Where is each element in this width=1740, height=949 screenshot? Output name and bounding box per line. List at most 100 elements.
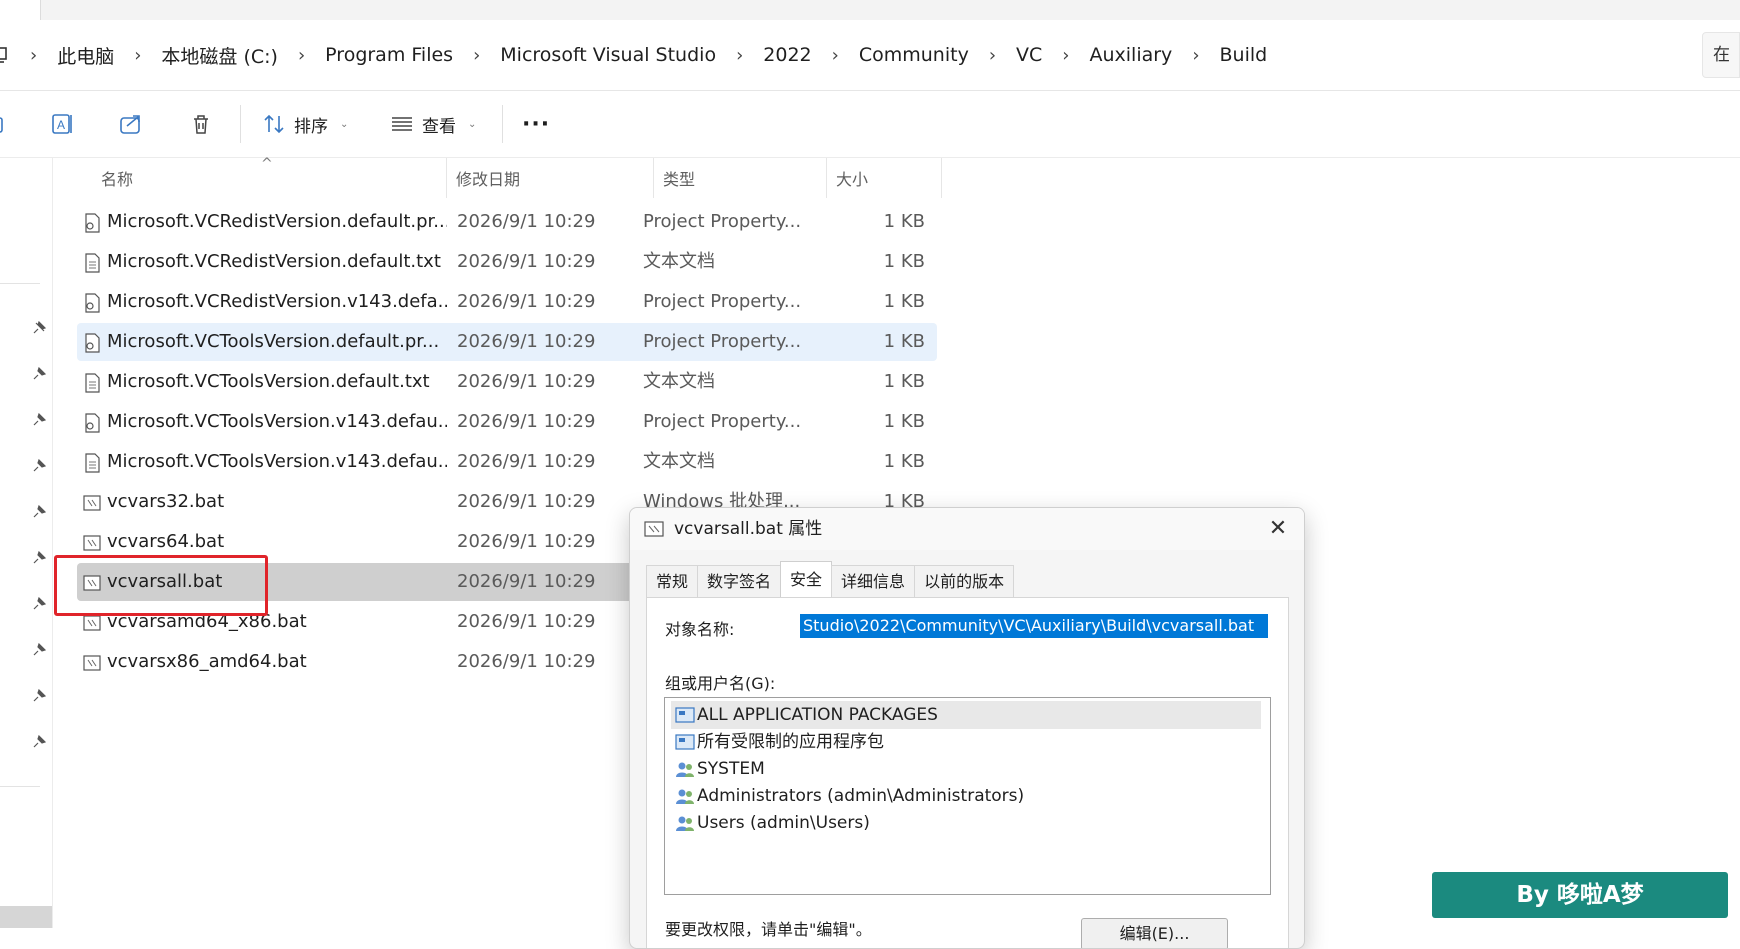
column-header-name[interactable]: 名称 bbox=[101, 158, 133, 198]
list-item[interactable]: 所有受限制的应用程序包 bbox=[671, 728, 1261, 756]
file-row[interactable]: Microsoft.VCToolsVersion.v143.defau... 2… bbox=[77, 443, 937, 481]
list-item[interactable]: SYSTEM bbox=[671, 755, 1261, 783]
delete-button[interactable] bbox=[188, 91, 214, 157]
file-date: 2026/9/1 10:29 bbox=[457, 371, 596, 392]
group-user-list[interactable]: ALL APPLICATION PACKAGES 所有受限制的应用程序包 SYS… bbox=[664, 697, 1271, 895]
tab-security[interactable]: 安全 bbox=[780, 561, 833, 598]
file-name: Microsoft.VCToolsVersion.v143.defau... bbox=[107, 451, 447, 472]
rename-button[interactable]: A bbox=[50, 91, 76, 157]
column-header-type[interactable]: 类型 bbox=[663, 158, 695, 198]
nav-scroll-area[interactable] bbox=[0, 906, 52, 928]
dialog-tabs: 常规 数字签名 安全 详细信息 以前的版本 bbox=[646, 561, 1015, 598]
chevron-right-icon[interactable]: › bbox=[128, 45, 147, 66]
file-type: Project Property... bbox=[643, 291, 802, 312]
property-file-icon bbox=[85, 213, 100, 233]
file-row[interactable]: Microsoft.VCRedistVersion.v143.defa... 2… bbox=[77, 283, 937, 321]
app-package-group-icon bbox=[675, 707, 695, 723]
file-row[interactable]: Microsoft.VCRedistVersion.default.pr... … bbox=[77, 203, 937, 241]
breadcrumb-program-files[interactable]: Program Files bbox=[311, 44, 467, 66]
chevron-right-icon[interactable]: › bbox=[983, 45, 1002, 66]
breadcrumb-community[interactable]: Community bbox=[845, 44, 983, 66]
share-button[interactable] bbox=[118, 91, 144, 157]
file-date: 2026/9/1 10:29 bbox=[457, 651, 596, 672]
search-input[interactable]: 在 bbox=[1702, 32, 1740, 78]
file-row[interactable]: Microsoft.VCToolsVersion.default.pr... 2… bbox=[77, 323, 937, 361]
breadcrumb-visual-studio[interactable]: Microsoft Visual Studio bbox=[486, 44, 730, 66]
tab-digital-signatures[interactable]: 数字签名 bbox=[697, 565, 782, 598]
breadcrumb-local-disk[interactable]: 本地磁盘 (C:) bbox=[147, 42, 292, 69]
pin-icon[interactable] bbox=[32, 735, 46, 749]
file-date: 2026/9/1 10:29 bbox=[457, 491, 596, 512]
computer-icon[interactable] bbox=[0, 46, 10, 64]
breadcrumb-auxiliary[interactable]: Auxiliary bbox=[1075, 44, 1186, 66]
chevron-right-icon[interactable]: › bbox=[292, 45, 311, 66]
rename-icon: A bbox=[52, 114, 72, 134]
window-tab-edge[interactable] bbox=[0, 0, 41, 20]
command-bar: A 排序 ⌄ 查看 ⌄ ··· bbox=[0, 91, 1740, 158]
share-icon bbox=[120, 115, 140, 134]
more-options-button[interactable]: ··· bbox=[522, 91, 550, 157]
navigation-pane[interactable] bbox=[0, 158, 53, 928]
edit-permissions-button[interactable]: 编辑(E)... bbox=[1081, 918, 1228, 948]
file-size: 1 KB bbox=[883, 371, 925, 392]
breadcrumb-build[interactable]: Build bbox=[1206, 44, 1282, 66]
pin-icon[interactable] bbox=[32, 459, 46, 473]
pin-icon[interactable] bbox=[32, 505, 46, 519]
nav-divider bbox=[0, 786, 40, 787]
batch-file-icon bbox=[83, 535, 101, 551]
column-divider[interactable] bbox=[826, 158, 827, 198]
dialog-titlebar[interactable]: vcvarsall.bat 属性 ✕ bbox=[630, 508, 1304, 550]
column-header-date[interactable]: 修改日期 bbox=[456, 158, 520, 198]
file-name: vcvarsx86_amd64.bat bbox=[107, 651, 307, 672]
file-size: 1 KB bbox=[883, 291, 925, 312]
file-row[interactable]: Microsoft.VCRedistVersion.default.txt 20… bbox=[77, 243, 937, 281]
text-file-icon bbox=[85, 453, 100, 473]
list-item[interactable]: ALL APPLICATION PACKAGES bbox=[671, 701, 1261, 729]
column-divider[interactable] bbox=[653, 158, 654, 198]
toolbar-divider bbox=[502, 105, 503, 143]
file-row[interactable]: Microsoft.VCToolsVersion.default.txt 202… bbox=[77, 363, 937, 401]
chevron-right-icon[interactable]: › bbox=[1186, 45, 1205, 66]
file-name: vcvars32.bat bbox=[107, 491, 225, 512]
sort-button[interactable]: 排序 ⌄ bbox=[262, 91, 348, 157]
tab-general[interactable]: 常规 bbox=[646, 565, 699, 598]
close-button[interactable]: ✕ bbox=[1262, 513, 1294, 545]
chevron-right-icon[interactable]: › bbox=[1056, 45, 1075, 66]
users-group-icon bbox=[676, 789, 694, 804]
paste-button[interactable] bbox=[0, 91, 8, 157]
pin-icon[interactable] bbox=[32, 689, 46, 703]
pin-icon[interactable] bbox=[32, 321, 46, 335]
list-item[interactable]: Administrators (admin\Administrators) bbox=[671, 782, 1261, 810]
pin-icon[interactable] bbox=[32, 597, 46, 611]
view-button[interactable]: 查看 ⌄ bbox=[390, 91, 476, 157]
column-header-size[interactable]: 大小 bbox=[836, 158, 868, 198]
file-date: 2026/9/1 10:29 bbox=[457, 411, 596, 432]
breadcrumb-vc[interactable]: VC bbox=[1002, 44, 1056, 66]
chevron-right-icon[interactable]: › bbox=[730, 45, 749, 66]
object-name-label: 对象名称: bbox=[665, 620, 735, 639]
batch-file-icon bbox=[644, 521, 664, 537]
pin-icon[interactable] bbox=[32, 643, 46, 657]
pin-icon[interactable] bbox=[32, 367, 46, 381]
breadcrumb-this-pc[interactable]: 此电脑 bbox=[43, 42, 128, 69]
users-group-icon bbox=[676, 816, 694, 831]
chevron-right-icon[interactable]: › bbox=[24, 45, 43, 66]
breadcrumb-2022[interactable]: 2022 bbox=[749, 44, 825, 66]
tab-previous-versions[interactable]: 以前的版本 bbox=[914, 565, 1015, 598]
pin-icon[interactable] bbox=[32, 413, 46, 427]
column-divider[interactable] bbox=[941, 158, 942, 198]
chevron-right-icon[interactable]: › bbox=[826, 45, 845, 66]
file-date: 2026/9/1 10:29 bbox=[457, 251, 596, 272]
batch-file-icon bbox=[83, 495, 101, 511]
sort-label: 排序 bbox=[294, 116, 328, 137]
column-divider[interactable] bbox=[446, 158, 447, 198]
pin-icon[interactable] bbox=[32, 551, 46, 565]
text-file-icon bbox=[85, 373, 100, 393]
file-row[interactable]: Microsoft.VCToolsVersion.v143.defau... 2… bbox=[77, 403, 937, 441]
tab-details[interactable]: 详细信息 bbox=[831, 565, 916, 598]
list-item[interactable]: Users (admin\Users) bbox=[671, 809, 1261, 837]
group-list-label: 组或用户名(G): bbox=[665, 674, 776, 693]
chevron-right-icon[interactable]: › bbox=[467, 45, 486, 66]
object-name-field[interactable]: Studio\2022\Community\VC\Auxiliary\Build… bbox=[800, 614, 1268, 638]
address-bar[interactable]: › 此电脑 › 本地磁盘 (C:) › Program Files › Micr… bbox=[0, 20, 1740, 91]
